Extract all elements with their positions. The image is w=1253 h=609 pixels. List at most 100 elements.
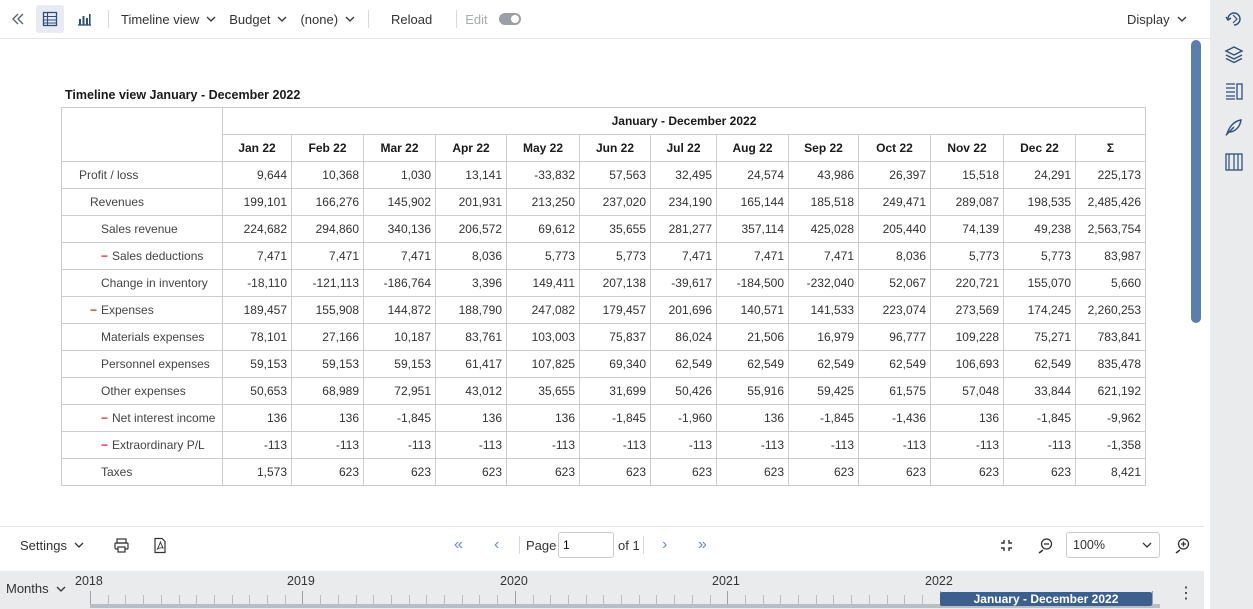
- table-row[interactable]: − Extraordinary P/L -113 -113 -113 -113 -113 -1…: [61, 431, 1146, 459]
- toolbar-divider: [368, 10, 370, 28]
- value-cell: 223,074: [858, 296, 931, 324]
- table-view-button[interactable]: [36, 5, 64, 33]
- value-cell: 207,138: [579, 269, 651, 297]
- pager-divider: [519, 536, 520, 554]
- version-label: Budget: [229, 11, 271, 27]
- timeline-menu-button[interactable]: ⋮: [1178, 583, 1194, 603]
- table-row[interactable]: Sales revenue 224,682 294,860 340,136 206,57…: [61, 215, 1146, 243]
- table-row[interactable]: Other expenses 50,653 68,989 72,951 43,012 35…: [61, 377, 1146, 405]
- row-label: Profit / loss: [79, 168, 139, 182]
- book-icon[interactable]: [1224, 152, 1244, 172]
- value-cell: -232,040: [788, 269, 859, 297]
- list-columns-icon[interactable]: [1224, 81, 1244, 101]
- collapse-panel-button[interactable]: [4, 5, 32, 33]
- settings-dropdown[interactable]: Settings: [20, 527, 85, 563]
- chevron-down-icon: [206, 16, 216, 22]
- page-number-input[interactable]: [558, 532, 614, 558]
- chevron-down-icon: [1142, 542, 1152, 548]
- collapse-minus-icon[interactable]: −: [90, 303, 101, 317]
- reload-button[interactable]: Reload: [387, 6, 436, 32]
- chart-view-button[interactable]: [70, 5, 98, 33]
- value-cell: 623: [858, 458, 931, 486]
- value-cell: 174,245: [1003, 296, 1076, 324]
- table-row[interactable]: Revenues 199,101 166,276 145,902 201,931 213,…: [61, 188, 1146, 216]
- table-row[interactable]: − Expenses 189,457 155,908 144,872 188,790 247…: [61, 296, 1146, 324]
- layers-icon[interactable]: [1224, 45, 1244, 65]
- value-cell: 35,655: [579, 215, 651, 243]
- value-cell: 62,549: [1003, 350, 1076, 378]
- table-row[interactable]: Personnel expenses 59,153 59,153 59,153 61,4…: [61, 350, 1146, 378]
- timeline-selected-range[interactable]: January - December 2022: [940, 592, 1152, 606]
- last-page-button[interactable]: »: [698, 527, 707, 563]
- column-header: May 22: [506, 134, 580, 162]
- value-cell: 273,569: [930, 296, 1004, 324]
- table-body: Profit / loss 9,644 10,368 1,030 13,141 -33,8…: [61, 161, 1146, 486]
- view-dropdown[interactable]: Timeline view: [117, 6, 221, 32]
- row-label: Revenues: [90, 195, 145, 209]
- toolbar: Timeline view Budget (none) Reload Edit …: [0, 0, 1210, 39]
- column-header: Nov 22: [930, 134, 1004, 162]
- zoom-in-button[interactable]: [1174, 527, 1191, 563]
- value-cell: 8,421: [1075, 458, 1146, 486]
- feather-icon[interactable]: [1224, 117, 1244, 137]
- value-cell: 213,250: [506, 188, 580, 216]
- value-cell: -113: [506, 431, 580, 459]
- table-row[interactable]: − Sales deductions 7,471 7,471 7,471 8,036 5,7…: [61, 242, 1146, 270]
- first-page-button[interactable]: «: [454, 527, 463, 563]
- table-row[interactable]: Profit / loss 9,644 10,368 1,030 13,141 -33,8…: [61, 161, 1146, 189]
- value-cell: 281,277: [650, 215, 717, 243]
- print-button[interactable]: [113, 527, 130, 563]
- version-dropdown[interactable]: Budget: [225, 6, 292, 32]
- column-header: Jun 22: [579, 134, 651, 162]
- value-cell: 623: [716, 458, 789, 486]
- value-cell: -1,845: [788, 404, 859, 432]
- value-cell: 623: [291, 458, 364, 486]
- table-row[interactable]: Change in inventory -18,110 -121,113 -186,7…: [61, 269, 1146, 297]
- collapse-minus-icon[interactable]: −: [101, 411, 112, 425]
- toggle-switch[interactable]: [498, 13, 521, 25]
- value-cell: 234,190: [650, 188, 717, 216]
- zoom-select[interactable]: 100%: [1066, 532, 1160, 558]
- rotate-icon[interactable]: [1224, 9, 1244, 29]
- vertical-scrollbar[interactable]: [1191, 40, 1201, 323]
- chevron-down-icon: [1177, 16, 1187, 22]
- export-pdf-button[interactable]: [152, 527, 168, 563]
- value-cell: 623: [435, 458, 507, 486]
- compare-dropdown[interactable]: (none): [296, 6, 360, 32]
- value-cell: 340,136: [363, 215, 436, 243]
- row-label: Personnel expenses: [101, 357, 210, 371]
- display-dropdown[interactable]: Display: [1123, 6, 1192, 32]
- value-cell: 783,841: [1075, 323, 1146, 351]
- zoom-out-button[interactable]: [1037, 527, 1054, 563]
- value-cell: 205,440: [858, 215, 931, 243]
- next-page-button[interactable]: ›: [662, 527, 667, 563]
- value-cell: 249,471: [858, 188, 931, 216]
- value-cell: 61,575: [858, 377, 931, 405]
- value-cell: 86,024: [650, 323, 717, 351]
- right-side-panel: [1216, 0, 1253, 609]
- table-row[interactable]: Materials expenses 78,101 27,166 10,187 83,7…: [61, 323, 1146, 351]
- value-cell: 83,761: [435, 323, 507, 351]
- value-cell: 59,153: [291, 350, 364, 378]
- fit-page-button[interactable]: [999, 527, 1014, 563]
- timeline-year: 2021: [712, 574, 740, 588]
- value-cell: 201,696: [650, 296, 717, 324]
- value-cell: 166,276: [291, 188, 364, 216]
- collapse-minus-icon[interactable]: −: [101, 438, 112, 452]
- value-cell: -9,962: [1075, 404, 1146, 432]
- granularity-dropdown[interactable]: Months: [6, 581, 67, 596]
- timeline-tick: [514, 591, 516, 605]
- value-cell: -18,110: [222, 269, 292, 297]
- collapse-minus-icon[interactable]: −: [101, 249, 112, 263]
- value-cell: 57,563: [579, 161, 651, 189]
- chevron-down-icon: [56, 586, 66, 592]
- zoom-dropdown[interactable]: 100%: [1066, 527, 1160, 563]
- previous-page-button[interactable]: ‹: [494, 527, 499, 563]
- column-header: Dec 22: [1003, 134, 1076, 162]
- table-row[interactable]: Taxes 1,573 623 623 623 623 623 623 623 623 623 623…: [61, 458, 1146, 486]
- edit-toggle[interactable]: Edit: [461, 6, 524, 32]
- value-cell: 69,612: [506, 215, 580, 243]
- value-cell: 188,790: [435, 296, 507, 324]
- table-row[interactable]: − Net interest income 136 136 -1,845 136 136 -1…: [61, 404, 1146, 432]
- corner-cell: [61, 107, 223, 162]
